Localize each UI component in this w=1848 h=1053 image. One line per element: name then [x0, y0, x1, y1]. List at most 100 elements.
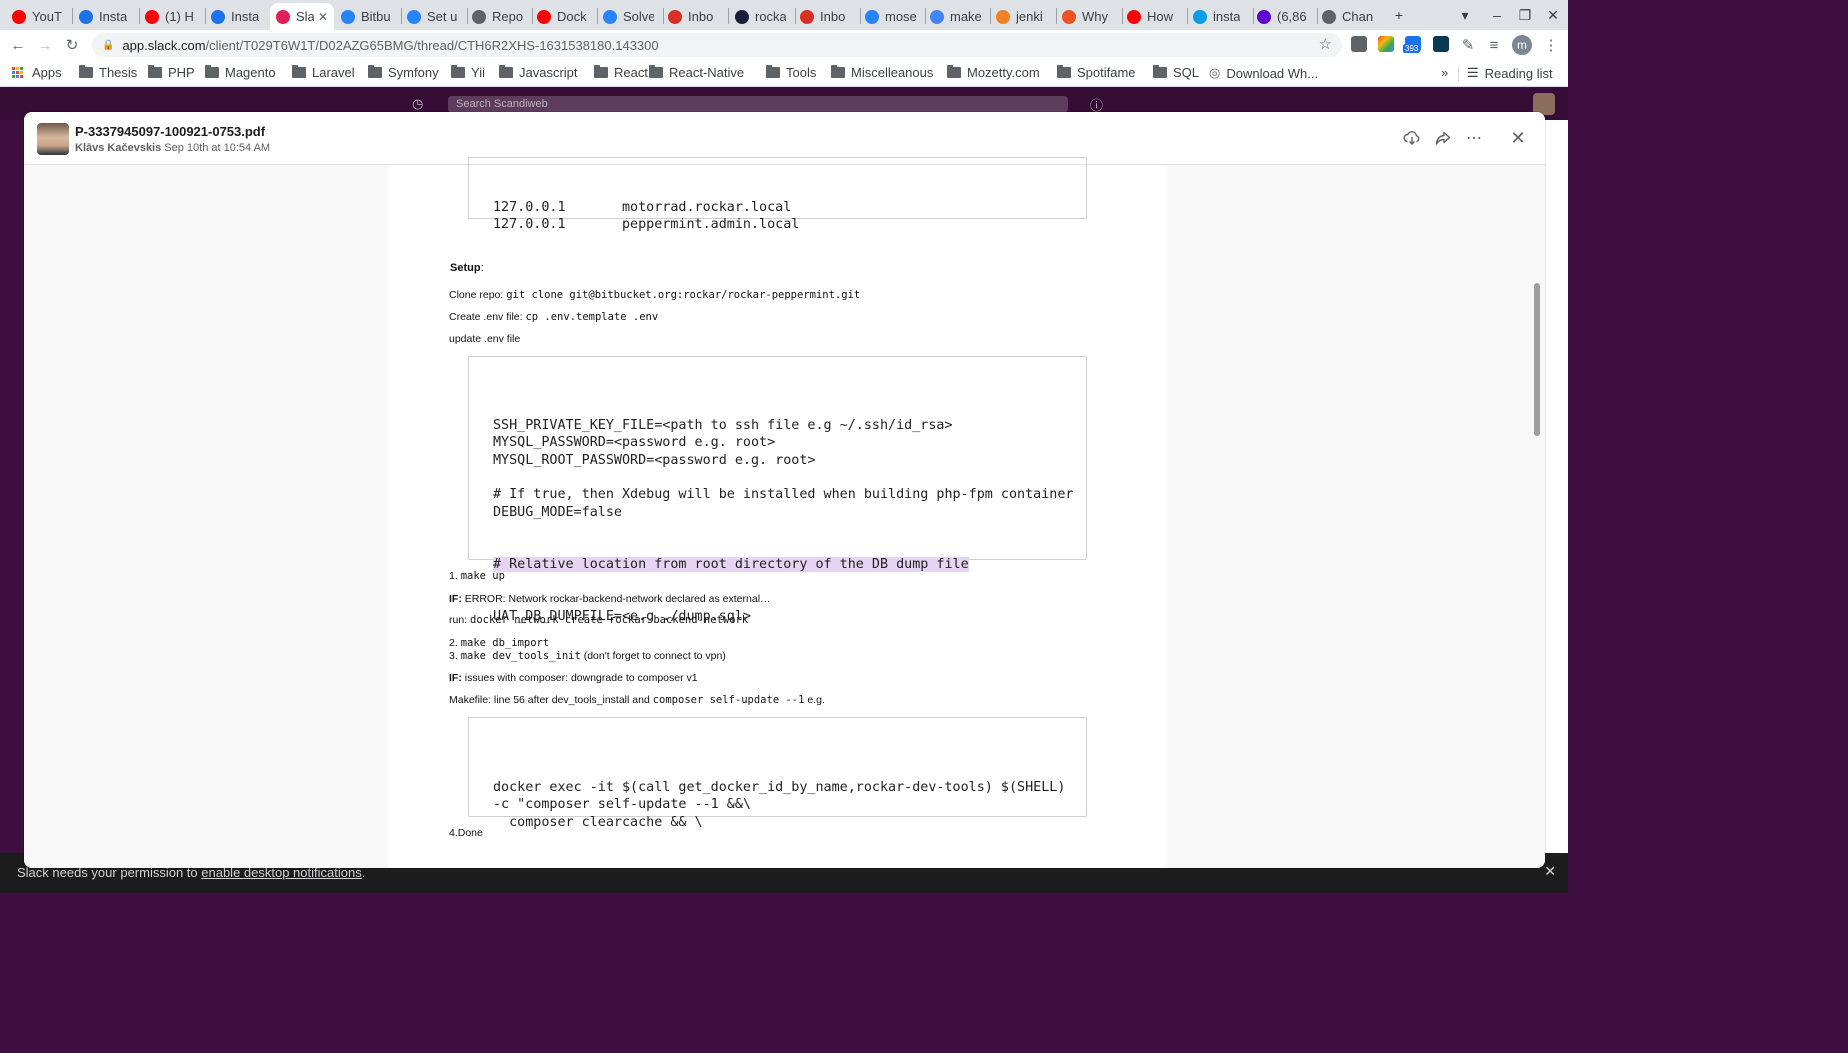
- stackoverflow-icon: [996, 9, 1010, 24]
- bookmark-item[interactable]: Symfony: [368, 65, 439, 80]
- browser-tab[interactable]: Repo: [466, 3, 529, 30]
- installer-icon: [211, 9, 225, 24]
- restore-icon[interactable]: ❐: [1515, 5, 1535, 25]
- browser-tab[interactable]: insta: [1187, 3, 1250, 30]
- bookmark-apps[interactable]: Apps: [12, 65, 62, 80]
- reload-icon[interactable]: ↻: [61, 34, 83, 56]
- bookmark-item[interactable]: Yii: [451, 65, 485, 80]
- bookmark-item[interactable]: Thesis: [79, 65, 137, 80]
- bookmark-label: Javascript: [519, 65, 578, 80]
- bookmark-star-icon[interactable]: ☆: [1319, 35, 1332, 53]
- browser-tab[interactable]: Sla ✕: [270, 3, 334, 30]
- reading-list-icon: ☰: [1467, 65, 1479, 80]
- browser-tab[interactable]: Solve: [597, 3, 660, 30]
- file-meta: Klāvs Kačevskis Sep 10th at 10:54 AM: [75, 142, 270, 154]
- pdf-viewer[interactable]: 127.0.0.1 motorrad.rockar.local 127.0.0.…: [24, 157, 1545, 868]
- back-arrow-icon[interactable]: ←: [7, 34, 29, 56]
- browser-tab[interactable]: Why: [1056, 3, 1119, 30]
- url-host: app.slack.com: [122, 37, 206, 53]
- browser-tab[interactable]: Insta: [73, 3, 136, 30]
- browser-tab[interactable]: Set u: [401, 3, 464, 30]
- viewer-scrollbar[interactable]: [1534, 283, 1540, 436]
- banner-close-icon[interactable]: ✕: [1544, 863, 1556, 880]
- bookmark-item[interactable]: Javascript: [499, 65, 578, 80]
- installer-icon: [79, 9, 93, 24]
- folder-icon: [205, 65, 219, 78]
- download-icon[interactable]: [1400, 126, 1424, 150]
- bookmark-item[interactable]: PHP: [148, 65, 195, 80]
- history-icon[interactable]: ◷: [412, 96, 423, 112]
- author-name[interactable]: Klāvs Kačevskis: [75, 142, 161, 154]
- profile-avatar[interactable]: m: [1512, 35, 1532, 55]
- browser-tab[interactable]: Inbo: [662, 3, 725, 30]
- env-block-lines: SSH_PRIVATE_KEY_FILE=<path to ssh file e…: [493, 417, 1074, 520]
- window-close-icon[interactable]: ✕: [1543, 5, 1563, 25]
- browser-tab[interactable]: YouT: [6, 3, 69, 30]
- browser-tab[interactable]: jenki: [990, 3, 1053, 30]
- bookmark-item[interactable]: Laravel: [292, 65, 355, 80]
- bookmark-item[interactable]: React: [594, 65, 648, 80]
- more-bookmarks-icon[interactable]: »: [1441, 65, 1448, 80]
- makefile-line: Makefile: line 56 after dev_tools_instal…: [449, 694, 825, 706]
- minimize-icon[interactable]: –: [1487, 5, 1507, 25]
- badge-extension-icon[interactable]: 393: [1403, 36, 1421, 53]
- media-queue-icon[interactable]: ≡: [1483, 34, 1505, 56]
- forward-arrow-icon[interactable]: →: [34, 34, 56, 56]
- browser-tab[interactable]: Insta: [205, 3, 268, 30]
- browser-tab[interactable]: How: [1121, 3, 1184, 30]
- makefile-eg: e.g.: [804, 694, 825, 706]
- bookmark-label: SQL: [1173, 65, 1200, 80]
- file-timestamp[interactable]: Sep 10th at 10:54 AM: [164, 142, 270, 154]
- hosts-lines: 127.0.0.1 motorrad.rockar.local 127.0.0.…: [493, 199, 800, 233]
- bookmark-item[interactable]: SQL: [1153, 65, 1199, 80]
- more-actions-icon[interactable]: ⋯: [1462, 126, 1486, 150]
- bookmark-divider: [1458, 66, 1459, 82]
- tab-title: rocka: [755, 9, 786, 24]
- browser-tab[interactable]: Dock: [531, 3, 594, 30]
- browser-tab[interactable]: Chan: [1316, 3, 1379, 30]
- bookmark-item[interactable]: Tools: [766, 65, 816, 80]
- bookmark-item[interactable]: Miscelleanous: [831, 65, 933, 80]
- react-extension-icon[interactable]: [1433, 36, 1449, 52]
- if-composer-text: issues with composer: downgrade to compo…: [461, 672, 698, 684]
- browser-tab[interactable]: (6,86: [1251, 3, 1314, 30]
- askubuntu-icon: [1062, 9, 1076, 24]
- browser-tab[interactable]: (1) H: [139, 3, 202, 30]
- color-extension-icon[interactable]: [1378, 36, 1394, 52]
- puzzle-extensions-icon[interactable]: ✎: [1457, 34, 1479, 56]
- slack-sidebar: [0, 120, 24, 853]
- github-icon: [735, 9, 749, 24]
- step-1: 1. make up: [449, 570, 505, 582]
- close-modal-icon[interactable]: ✕: [1506, 126, 1530, 150]
- bookmark-item[interactable]: React-Native: [649, 65, 744, 80]
- folder-icon: [292, 65, 306, 78]
- bookmark-item[interactable]: Magento: [205, 65, 276, 80]
- youtube-icon: [145, 9, 159, 24]
- new-tab-icon[interactable]: +: [1389, 5, 1409, 25]
- devtools-extension-icon[interactable]: [1351, 36, 1367, 52]
- reading-list-label: Reading list: [1484, 65, 1553, 81]
- bookmark-item[interactable]: Spotifame: [1057, 65, 1136, 80]
- browser-tab[interactable]: Bitbu: [335, 3, 398, 30]
- bookmark-label: Tools: [786, 65, 817, 80]
- address-bar[interactable]: 🔒 app.slack.com/client/T029T6W1T/D02AZG6…: [92, 33, 1342, 57]
- browser-tab[interactable]: mose: [859, 3, 922, 30]
- share-icon[interactable]: [1431, 126, 1455, 150]
- bookmark-label: PHP: [168, 65, 195, 80]
- slack-search-input[interactable]: Search Scandiweb: [448, 96, 1068, 113]
- author-avatar[interactable]: [37, 123, 69, 155]
- docker-code-block: docker exec -it $(call get_docker_id_by_…: [468, 717, 1087, 830]
- bookmark-item[interactable]: ◎ Download Wh...: [1209, 65, 1318, 81]
- hosts-code-block: 127.0.0.1 motorrad.rockar.local 127.0.0.…: [468, 157, 1087, 232]
- tab-search-icon[interactable]: ▾: [1455, 5, 1475, 25]
- browser-tab[interactable]: rocka: [729, 3, 792, 30]
- folder-icon: [79, 65, 93, 78]
- kebab-menu-icon[interactable]: ⋮: [1540, 34, 1562, 56]
- extension-badge: 393: [1403, 44, 1421, 53]
- highlighted-comment: # Relative location from root directory …: [493, 557, 969, 573]
- bookmark-item[interactable]: Mozetty.com: [947, 65, 1040, 80]
- reading-list-button[interactable]: ☰ Reading list: [1467, 65, 1553, 81]
- browser-tab[interactable]: Inbo: [794, 3, 857, 30]
- browser-tab[interactable]: make: [924, 3, 987, 30]
- tab-close-icon[interactable]: ✕: [314, 10, 328, 24]
